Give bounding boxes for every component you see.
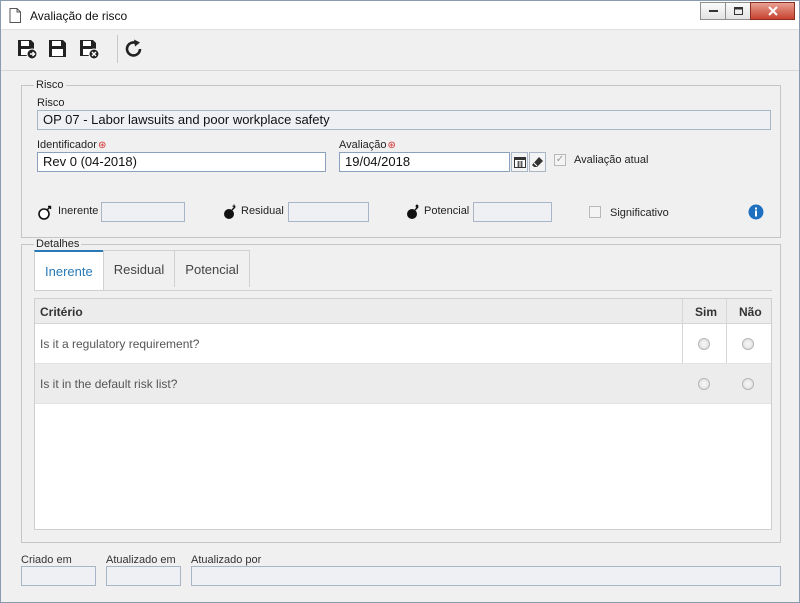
residual-risk-icon: [224, 204, 236, 219]
inherent-risk-icon: [38, 205, 52, 220]
info-icon[interactable]: [748, 204, 764, 220]
minimize-icon: [708, 9, 718, 12]
details-tabs: Inerente Residual Potencial: [34, 250, 250, 290]
close-icon: [767, 6, 778, 16]
updated-by-field: [191, 566, 781, 586]
refresh-button[interactable]: [123, 38, 145, 60]
criteria-text: Is it a regulatory requirement?: [40, 337, 200, 351]
created-on-label: Criado em: [21, 554, 72, 566]
toolbar-separator: [117, 35, 118, 63]
window-controls: [700, 2, 795, 20]
evaluation-date-label: Avaliação⊛: [339, 139, 396, 151]
inherent-label: Inerente: [58, 205, 99, 217]
refresh-icon: [125, 39, 142, 57]
close-button[interactable]: [750, 2, 795, 20]
save-close-button[interactable]: [78, 38, 100, 60]
document-icon: [9, 8, 21, 23]
maximize-button[interactable]: [725, 2, 751, 20]
window-title: Avaliação de risco: [30, 9, 128, 23]
clear-date-button[interactable]: [529, 152, 546, 172]
calendar-icon: [513, 157, 526, 168]
table-row[interactable]: Is it a regulatory requirement?: [35, 324, 771, 364]
maximize-icon: [733, 7, 743, 15]
current-evaluation-label: Avaliação atual: [574, 154, 649, 166]
risk-field: OP 07 - Labor lawsuits and poor workplac…: [37, 110, 771, 130]
criteria-text: Is it in the default risk list?: [40, 377, 178, 391]
updated-on-label: Atualizado em: [106, 554, 176, 566]
yes-radio[interactable]: [698, 338, 710, 350]
tab-potential[interactable]: Potencial: [174, 250, 250, 287]
no-radio[interactable]: [742, 338, 754, 350]
inherent-field: [101, 202, 185, 222]
evaluation-date-label-text: Avaliação: [339, 139, 387, 151]
eraser-icon: [532, 156, 543, 167]
table-header: Critério Sim Não: [35, 299, 771, 324]
minimize-button[interactable]: [700, 2, 726, 20]
risk-assessment-window: Avaliação de risco Risco Risco OP 07 - L…: [0, 0, 800, 603]
calendar-button[interactable]: [511, 152, 528, 172]
no-radio[interactable]: [742, 378, 754, 390]
yes-column-header: Sim: [695, 305, 718, 319]
required-icon: ⊛: [97, 140, 107, 151]
no-column-header: Não: [739, 305, 762, 319]
save-new-icon: [18, 40, 38, 60]
identifier-label-text: Identificador: [37, 139, 97, 151]
save-new-button[interactable]: [16, 38, 38, 60]
save-icon: [49, 40, 66, 57]
yes-radio[interactable]: [698, 378, 710, 390]
toolbar: [1, 30, 799, 71]
updated-by-label: Atualizado por: [191, 554, 262, 566]
potential-field: [473, 202, 552, 222]
identifier-label: Identificador⊛: [37, 139, 106, 151]
risk-label: Risco: [37, 97, 65, 109]
residual-field: [288, 202, 369, 222]
significant-checkbox[interactable]: [589, 206, 601, 218]
required-icon: ⊛: [387, 140, 396, 151]
potential-label: Potencial: [424, 205, 470, 217]
criteria-table: Critério Sim Não Is it a regulatory requ…: [34, 298, 772, 530]
save-close-icon: [80, 40, 100, 60]
evaluation-date-field[interactable]: 19/04/2018: [339, 152, 510, 172]
updated-on-field: [106, 566, 181, 586]
risk-section-legend: Risco: [36, 79, 64, 91]
potential-risk-icon: [407, 204, 419, 219]
significant-label: Significativo: [610, 207, 669, 219]
title-bar: Avaliação de risco: [1, 1, 799, 30]
tab-residual[interactable]: Residual: [102, 250, 176, 287]
criteria-column-header[interactable]: Critério: [40, 305, 83, 319]
details-section-legend: Detalhes: [36, 238, 80, 250]
table-row[interactable]: Is it in the default risk list?: [35, 364, 771, 404]
current-evaluation-checkbox[interactable]: ✓: [554, 154, 566, 166]
tab-underline: [34, 290, 772, 291]
residual-label: Residual: [241, 205, 284, 217]
created-on-field: [21, 566, 96, 586]
tab-inherent[interactable]: Inerente: [34, 250, 104, 290]
identifier-field[interactable]: Rev 0 (04-2018): [37, 152, 326, 172]
save-button[interactable]: [47, 38, 69, 60]
